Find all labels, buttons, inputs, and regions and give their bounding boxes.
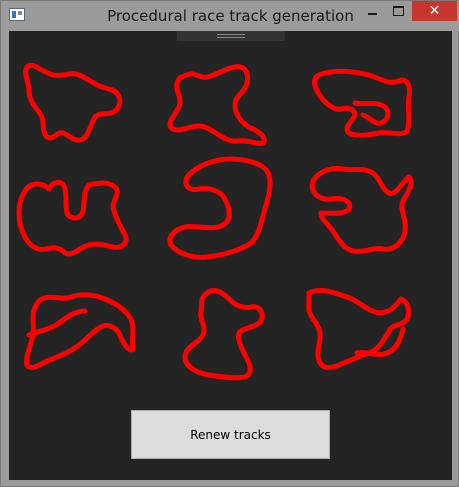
race-track-3 — [312, 68, 412, 138]
close-icon: ✕ — [428, 3, 441, 19]
race-track-2 — [167, 64, 267, 146]
race-track-7 — [24, 292, 136, 370]
minimize-icon — [367, 13, 377, 15]
maximize-button[interactable] — [385, 1, 411, 21]
renew-tracks-button[interactable]: Renew tracks — [131, 410, 330, 459]
app-window: Procedural race track generation ✕ Renew… — [0, 0, 459, 487]
track-canvas-area: Renew tracks — [9, 31, 452, 480]
title-bar[interactable]: Procedural race track generation ✕ — [1, 1, 459, 31]
race-track-8 — [182, 288, 265, 381]
race-track-5 — [167, 156, 273, 260]
minimize-button[interactable] — [359, 1, 385, 21]
race-track-4 — [16, 179, 129, 257]
race-track-9 — [306, 288, 412, 371]
race-track-6 — [309, 166, 414, 254]
maximize-icon — [392, 6, 404, 16]
close-button[interactable]: ✕ — [412, 1, 457, 21]
renew-tracks-label: Renew tracks — [190, 427, 271, 442]
app-window-icon[interactable] — [9, 8, 25, 21]
race-track-1 — [23, 62, 123, 143]
